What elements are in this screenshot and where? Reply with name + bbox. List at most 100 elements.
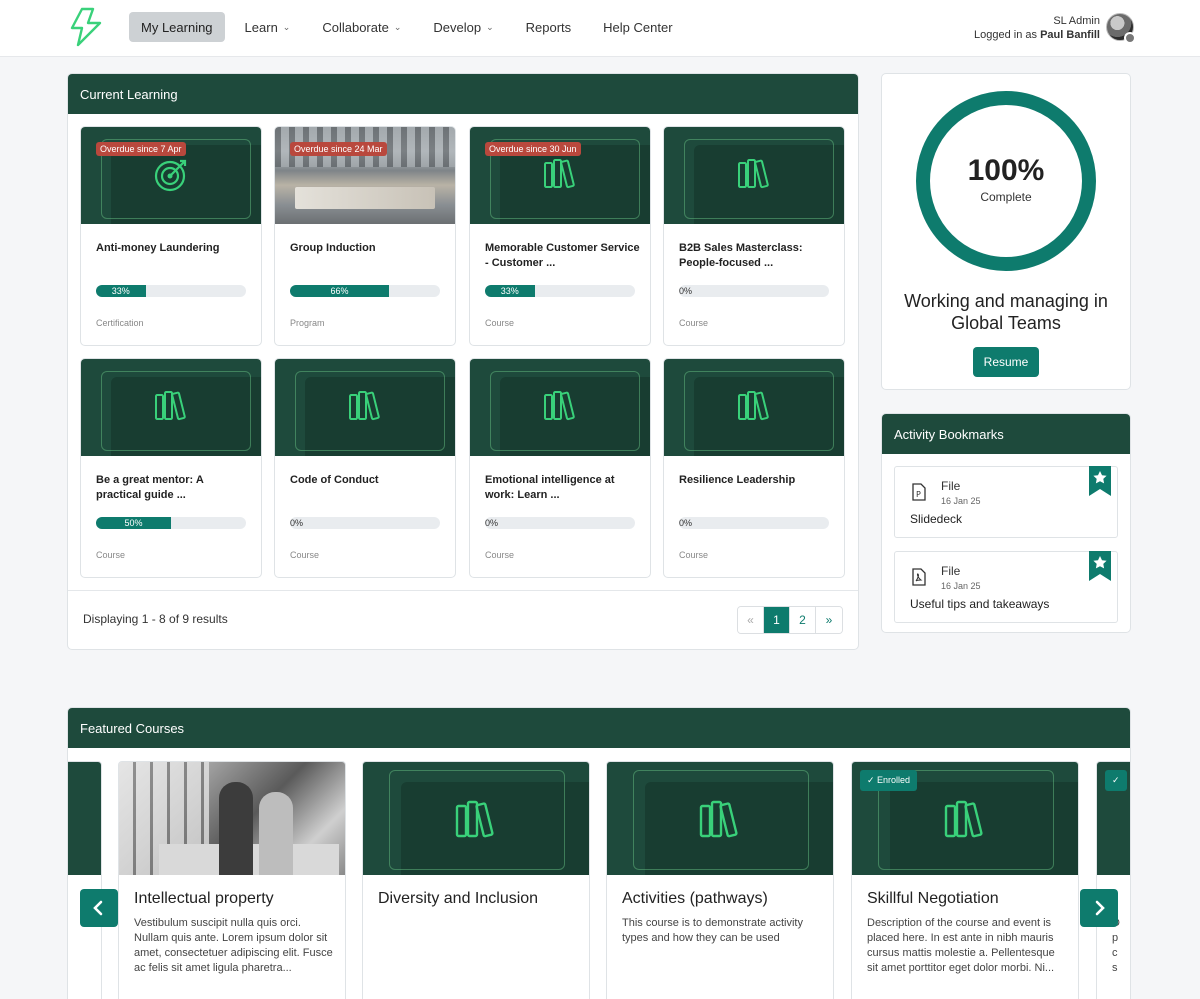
books-icon [349, 391, 380, 421]
main-nav: My Learning Learn ⌄ Collaborate ⌄ Develop ⌄… [129, 12, 693, 42]
progress-label: 0% [290, 518, 304, 528]
nav-collaborate[interactable]: Collaborate ⌄ [310, 12, 413, 42]
progress-bar: 0% [679, 285, 829, 297]
svg-text:P: P [916, 490, 921, 499]
course-card[interactable]: Overdue since 7 Apr Anti-money Laundering… [80, 126, 262, 346]
course-title: Resilience Leadership [679, 474, 796, 486]
progress-bar: 0% [679, 517, 829, 529]
carousel-prev-button[interactable] [80, 889, 118, 927]
results-count: Displaying 1 - 8 of 9 results [83, 612, 228, 626]
featured-card-partial[interactable] [68, 761, 102, 999]
featured-card-partial[interactable]: ✓ D p c s [1096, 761, 1130, 999]
course-type: Certification [96, 318, 144, 328]
featured-card[interactable]: ✓ Enrolled Skillful Negotiation Descript… [851, 761, 1079, 999]
course-thumbnail [275, 359, 455, 456]
overdue-badge: Overdue since 7 Apr [96, 142, 186, 156]
books-icon [944, 800, 983, 838]
panel-title: Featured Courses [68, 708, 1130, 748]
course-card[interactable]: Overdue since 30 Jun Memorable Customer S… [469, 126, 651, 346]
featured-card[interactable]: Diversity and Inclusion [362, 761, 590, 999]
course-card[interactable]: Overdue since 24 Mar Group Induction 66% Pr… [274, 126, 456, 346]
featured-courses-panel: Featured Courses Intellectual property V… [67, 707, 1131, 999]
featured-card[interactable]: Intellectual property Vestibulum suscipi… [118, 761, 346, 999]
nav-help-center[interactable]: Help Center [591, 12, 684, 42]
course-title: Be a great mentor: A practical guide ... [96, 474, 204, 501]
resume-course-title[interactable]: Working and managing in Global Teams [882, 290, 1130, 334]
bookmark-date: 16 Jan 25 [941, 496, 981, 506]
course-thumbnail [470, 359, 650, 456]
progress-label: 0% [679, 286, 693, 296]
nav-label: Learn [244, 19, 278, 35]
course-card[interactable]: Code of Conduct 0% Course [274, 358, 456, 578]
login-prefix: Logged in as [974, 29, 1038, 41]
books-icon [699, 800, 738, 838]
books-icon [738, 159, 769, 189]
course-type: Course [679, 550, 709, 560]
course-thumbnail [68, 762, 101, 875]
course-title: Intellectual property [134, 890, 274, 907]
course-card[interactable]: Resilience Leadership 0% Course [663, 358, 845, 578]
course-type: Course [485, 550, 515, 560]
course-card[interactable]: B2B Sales Masterclass: People-focused ..… [663, 126, 845, 346]
nav-reports[interactable]: Reports [514, 12, 584, 42]
nav-learn[interactable]: Learn ⌄ [233, 12, 303, 42]
carousel-next-button[interactable] [1080, 889, 1118, 927]
books-icon [738, 391, 769, 421]
bookmark-name: Useful tips and takeaways [910, 597, 1050, 611]
course-title: Diversity and Inclusion [378, 890, 539, 907]
course-description: This course is to demonstrate activity t… [622, 917, 803, 944]
pager-page-1[interactable]: 1 [764, 607, 790, 633]
progress-label: 0% [679, 518, 693, 528]
course-title: Activities (pathways) [622, 890, 768, 907]
course-thumbnail [81, 359, 261, 456]
user-role: SL Admin [1053, 15, 1100, 27]
progress-bar: 0% [290, 517, 440, 529]
resume-button[interactable]: Resume [973, 347, 1039, 377]
bookmark-star-icon[interactable] [1089, 551, 1111, 581]
course-card[interactable]: Be a great mentor: A practical guide ...… [80, 358, 262, 578]
logo-bolt-icon[interactable] [66, 6, 106, 48]
top-navigation-bar: My Learning Learn ⌄ Collaborate ⌄ Develop ⌄… [0, 0, 1200, 57]
course-title: B2B Sales Masterclass: People-focused ..… [679, 242, 803, 269]
course-card[interactable]: Emotional intelligence at work: Learn ..… [469, 358, 651, 578]
overdue-badge: Overdue since 30 Jun [485, 142, 581, 156]
enrolled-badge-partial: ✓ [1105, 770, 1127, 791]
nav-my-learning[interactable]: My Learning [129, 12, 225, 42]
bookmark-type: File [941, 479, 961, 493]
progress-label: 66% [330, 286, 349, 296]
bookmark-star-icon[interactable] [1089, 466, 1111, 496]
progress-label: 0% [485, 518, 499, 528]
chevron-down-icon: ⌄ [282, 21, 291, 32]
pager-page-2[interactable]: 2 [790, 607, 816, 633]
course-title: Emotional intelligence at work: Learn ..… [485, 474, 615, 501]
divider [68, 590, 858, 591]
books-icon [544, 159, 575, 189]
current-learning-panel: Current Learning Overdue since 7 Apr Anti… [67, 73, 859, 650]
course-thumbnail: ✓ [1097, 762, 1130, 875]
course-type: Course [290, 550, 320, 560]
bookmark-item[interactable]: File 16 Jan 25 Useful tips and takeaways [894, 551, 1118, 623]
nav-label: Develop [433, 19, 482, 35]
chevron-down-icon: ⌄ [486, 21, 494, 32]
user-login-line: Logged in as Paul Banfill [974, 28, 1100, 42]
course-thumbnail: ✓ Enrolled [852, 762, 1078, 875]
course-title: Skillful Negotiation [867, 890, 999, 907]
course-thumbnail [607, 762, 833, 875]
featured-card[interactable]: Activities (pathways) This course is to … [606, 761, 834, 999]
books-icon [455, 800, 494, 838]
bookmark-name: Slidedeck [910, 512, 963, 526]
user-info[interactable]: SL Admin Logged in as Paul Banfill [974, 14, 1100, 42]
completion-label: Complete [980, 190, 1032, 204]
course-title: Code of Conduct [290, 474, 379, 486]
completion-percent: 100% [967, 154, 1045, 187]
course-photo [119, 762, 345, 875]
nav-develop[interactable]: Develop ⌄ [421, 12, 505, 42]
bookmark-item[interactable]: P File 16 Jan 25 Slidedeck [894, 466, 1118, 538]
pager-next-button[interactable]: » [816, 607, 842, 633]
pagination: « 1 2 » [737, 606, 843, 634]
course-title: Memorable Customer Service - Customer ..… [485, 242, 640, 269]
pager-prev-button[interactable]: « [738, 607, 764, 633]
course-thumbnail [363, 762, 589, 875]
chevron-right-icon [1095, 900, 1105, 916]
progress-label: 33% [111, 286, 130, 296]
